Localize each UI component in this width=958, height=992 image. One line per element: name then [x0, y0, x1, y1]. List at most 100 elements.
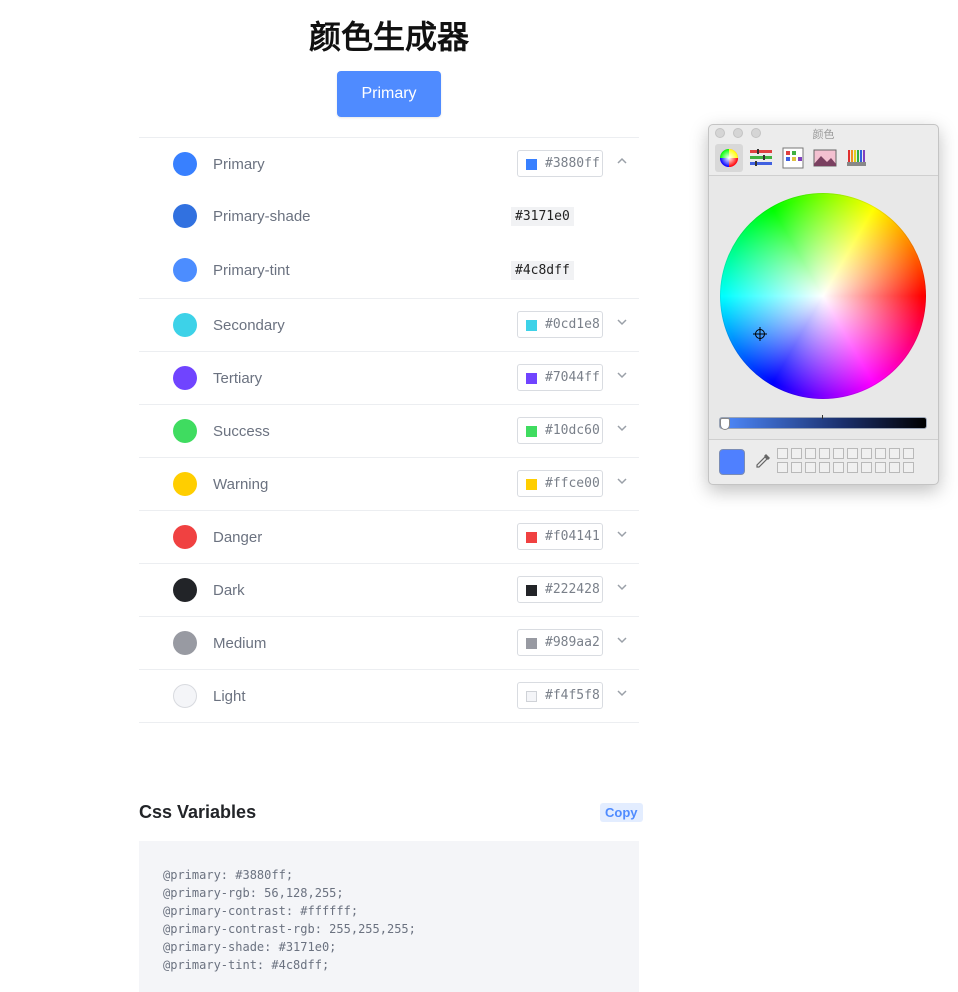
chevron-down-icon[interactable] [615, 315, 629, 329]
hex-value: #3880ff [545, 156, 600, 171]
copy-button[interactable]: Copy [600, 803, 643, 822]
hex-input[interactable]: #ffce00 [517, 470, 603, 497]
chevron-up-icon[interactable] [615, 154, 629, 168]
color-row-danger[interactable]: Danger #f04141 [139, 511, 639, 564]
saved-swatch-slot[interactable] [819, 448, 830, 459]
picker-toolbar [709, 141, 938, 176]
hex-swatch [526, 585, 537, 596]
hex-input[interactable]: #10dc60 [517, 417, 603, 444]
code-line: @primary-rgb: 56,128,255; [163, 886, 344, 900]
saved-swatch-slot[interactable] [777, 448, 788, 459]
color-row-header[interactable]: Light #f4f5f8 [139, 670, 639, 722]
saved-swatch-slot[interactable] [819, 462, 830, 473]
color-wheel[interactable] [720, 193, 926, 399]
saved-swatch-slot[interactable] [903, 448, 914, 459]
variant-hex: #4c8dff [511, 261, 574, 280]
color-dot [173, 631, 197, 655]
saved-swatch-slot[interactable] [805, 448, 816, 459]
color-row-header[interactable]: Medium #989aa2 [139, 617, 639, 669]
variant-row-primary-tint: Primary-tint #4c8dff [139, 244, 639, 298]
picker-body [709, 176, 938, 439]
eyedropper-icon[interactable] [754, 452, 772, 470]
hex-value: #7044ff [545, 370, 600, 385]
code-line: @primary-shade: #3171e0; [163, 940, 337, 954]
brightness-slider[interactable] [719, 417, 927, 429]
hex-swatch [526, 638, 537, 649]
saved-swatch-slot[interactable] [861, 462, 872, 473]
variant-dot [173, 258, 197, 282]
primary-button[interactable]: Primary [337, 71, 441, 117]
css-variables-title: Css Variables [139, 802, 257, 822]
hex-input[interactable]: #0cd1e8 [517, 311, 603, 338]
saved-swatch-slot[interactable] [833, 462, 844, 473]
color-row-primary[interactable]: Primary #3880ff Primary-shade #3171e0 Primar… [139, 138, 639, 299]
color-dot [173, 152, 197, 176]
color-name: Success [213, 423, 270, 440]
saved-swatch-slot[interactable] [875, 448, 886, 459]
color-row-tertiary[interactable]: Tertiary #7044ff [139, 352, 639, 405]
color-dot [173, 525, 197, 549]
code-line: @primary-contrast: #ffffff; [163, 904, 359, 918]
hex-input[interactable]: #f04141 [517, 523, 603, 550]
color-row-medium[interactable]: Medium #989aa2 [139, 617, 639, 670]
image-palette-icon[interactable] [811, 144, 839, 172]
hex-input[interactable]: #7044ff [517, 364, 603, 391]
color-name: Primary [213, 156, 265, 173]
code-line: @primary-tint: #4c8dff; [163, 958, 330, 972]
chevron-down-icon[interactable] [615, 527, 629, 541]
hex-input[interactable]: #3880ff [517, 150, 603, 177]
color-row-header[interactable]: Danger #f04141 [139, 511, 639, 563]
color-row-success[interactable]: Success #10dc60 [139, 405, 639, 458]
variant-dot [173, 204, 197, 228]
hex-swatch [526, 159, 537, 170]
variant-hex: #3171e0 [511, 207, 574, 226]
saved-swatch-slot[interactable] [777, 462, 788, 473]
saved-swatch-slot[interactable] [903, 462, 914, 473]
css-variables-code: @primary: #3880ff; @primary-rgb: 56,128,2… [139, 841, 639, 992]
color-row-warning[interactable]: Warning #ffce00 [139, 458, 639, 511]
picker-titlebar[interactable]: 颜色 [709, 125, 938, 141]
color-row-header[interactable]: Tertiary #7044ff [139, 352, 639, 404]
current-color-swatch[interactable] [719, 449, 745, 475]
palettes-icon[interactable] [779, 144, 807, 172]
color-row-secondary[interactable]: Secondary #0cd1e8 [139, 299, 639, 352]
color-dot [173, 472, 197, 496]
saved-swatch-slot[interactable] [847, 462, 858, 473]
code-line: @primary: #3880ff; [163, 868, 294, 882]
color-name: Warning [213, 476, 269, 493]
hex-swatch [526, 479, 537, 490]
hex-input[interactable]: #f4f5f8 [517, 682, 603, 709]
chevron-down-icon[interactable] [615, 633, 629, 647]
hex-input[interactable]: #989aa2 [517, 629, 603, 656]
chevron-down-icon[interactable] [615, 474, 629, 488]
color-row-header[interactable]: Primary #3880ff [139, 138, 639, 190]
chevron-down-icon[interactable] [615, 686, 629, 700]
color-row-dark[interactable]: Dark #222428 [139, 564, 639, 617]
color-row-light[interactable]: Light #f4f5f8 [139, 670, 639, 723]
saved-swatch-slot[interactable] [833, 448, 844, 459]
hex-value: #0cd1e8 [545, 317, 600, 332]
saved-swatch-slot[interactable] [889, 462, 900, 473]
saved-swatch-slot[interactable] [875, 462, 886, 473]
brightness-slider-knob[interactable] [720, 418, 730, 430]
pencils-icon[interactable] [843, 144, 871, 172]
color-row-header[interactable]: Warning #ffce00 [139, 458, 639, 510]
saved-swatch-slot[interactable] [805, 462, 816, 473]
color-row-header[interactable]: Success #10dc60 [139, 405, 639, 457]
color-row-header[interactable]: Secondary #0cd1e8 [139, 299, 639, 351]
saved-swatch-slot[interactable] [847, 448, 858, 459]
chevron-down-icon[interactable] [615, 421, 629, 435]
saved-swatch-slot[interactable] [791, 462, 802, 473]
chevron-down-icon[interactable] [615, 368, 629, 382]
sliders-icon[interactable] [747, 144, 775, 172]
color-wheel-icon[interactable] [715, 144, 743, 172]
color-name: Tertiary [213, 370, 263, 387]
chevron-down-icon[interactable] [615, 580, 629, 594]
hex-swatch [526, 320, 537, 331]
saved-swatch-slot[interactable] [861, 448, 872, 459]
saved-swatch-slot[interactable] [889, 448, 900, 459]
saved-swatch-slot[interactable] [791, 448, 802, 459]
variant-name: Primary-tint [213, 262, 290, 279]
color-row-header[interactable]: Dark #222428 [139, 564, 639, 616]
hex-input[interactable]: #222428 [517, 576, 603, 603]
